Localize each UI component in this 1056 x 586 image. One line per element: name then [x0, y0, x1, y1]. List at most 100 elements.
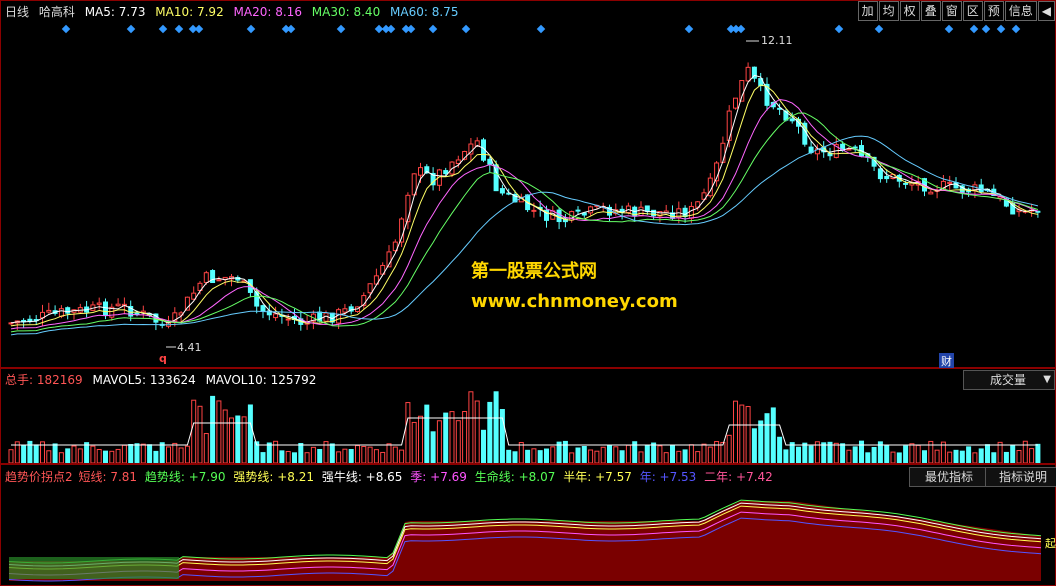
volume-bar	[210, 395, 216, 463]
volume-bar	[21, 444, 27, 463]
signal-diamond-icon	[461, 24, 471, 34]
volume-bar	[367, 446, 373, 463]
high-price-label: 12.11	[761, 34, 793, 47]
candle-body	[789, 118, 795, 122]
signal-diamond-icon	[406, 24, 416, 34]
volume-bar	[342, 448, 348, 463]
volume-bar	[695, 451, 701, 463]
volume-bar	[178, 447, 184, 463]
volume-bar	[109, 450, 115, 463]
signal-diamond-icon	[428, 24, 438, 34]
candle-body	[499, 188, 505, 194]
volume-bar	[865, 452, 871, 463]
low-price-label: 4.41	[177, 341, 202, 354]
signal-diamond-icon	[126, 24, 136, 34]
candle-body	[46, 309, 52, 313]
candle-body	[336, 309, 342, 324]
volume-bar	[859, 440, 864, 463]
candle-body	[65, 307, 71, 314]
volume-bar	[436, 420, 442, 463]
volume-bar	[871, 446, 877, 463]
volume-bar	[657, 445, 663, 463]
volume-bar	[947, 451, 953, 463]
volume-bar	[279, 450, 285, 463]
candlestick-chart[interactable]	[1, 1, 1055, 367]
finance-marker[interactable]: 财	[939, 353, 954, 369]
volume-bar	[739, 404, 745, 463]
volume-bar	[474, 400, 480, 463]
volume-panel[interactable]: 总手: 182169 MAVOL5: 133624 MAVOL10: 12579…	[0, 368, 1056, 464]
candle-body	[273, 313, 279, 319]
signal-diamond-icon	[61, 24, 71, 34]
volume-bar	[153, 450, 159, 463]
signal-diamond-icon	[834, 24, 844, 34]
volume-bar	[651, 442, 657, 463]
signal-diamond-icon	[684, 24, 694, 34]
candle-body	[575, 209, 581, 212]
volume-bar	[783, 449, 789, 463]
signal-diamond-icon	[736, 24, 746, 34]
signal-diamond-icon	[874, 24, 884, 34]
volume-bar	[600, 446, 606, 463]
volume-bar	[518, 442, 524, 463]
volume-bar	[481, 429, 486, 463]
candle-body	[203, 272, 209, 283]
volume-bar	[462, 410, 468, 463]
volume-bar	[544, 448, 549, 463]
volume-bar	[260, 452, 266, 463]
q-marker: q	[159, 352, 167, 365]
volume-bar	[46, 450, 52, 463]
volume-bar	[1035, 443, 1041, 463]
volume-bar	[915, 444, 921, 463]
volume-bar	[959, 450, 965, 463]
volume-bar	[896, 452, 902, 463]
volume-bar	[619, 450, 625, 463]
volume-bar	[184, 445, 190, 463]
volume-bar	[525, 449, 531, 463]
indicator-chart[interactable]	[1, 465, 1055, 585]
volume-bar	[550, 446, 556, 463]
signal-diamond-icon	[158, 24, 168, 34]
volume-chart[interactable]	[1, 369, 1055, 463]
volume-bar	[266, 442, 272, 463]
volume-bar	[588, 449, 594, 463]
indicator-panel[interactable]: 趋势价拐点2 短线: 7.81 趋势线: +7.90 强势线: +8.21 强牛…	[0, 464, 1056, 586]
volume-bar	[953, 449, 959, 463]
signal-diamond-icon	[246, 24, 256, 34]
volume-bar	[796, 446, 801, 463]
candle-body	[846, 148, 852, 151]
volume-bar	[846, 449, 852, 463]
volume-bar	[229, 417, 234, 463]
volume-bar	[468, 391, 474, 463]
signal-diamond-icon	[286, 24, 296, 34]
signal-diamond-icon	[194, 24, 204, 34]
volume-bar	[336, 451, 342, 463]
volume-bar	[663, 452, 669, 463]
volume-bar	[575, 447, 581, 463]
candle-body	[682, 207, 688, 217]
volume-bar	[537, 450, 543, 463]
price-panel[interactable]: 日线 哈高科 MA5: 7.73 MA10: 7.92 MA20: 8.16 M…	[0, 0, 1056, 369]
volume-bar	[443, 412, 449, 463]
volume-bar	[638, 451, 644, 463]
volume-bar	[247, 404, 253, 463]
candle-body	[644, 205, 650, 212]
volume-bar	[71, 445, 77, 463]
volume-bar	[972, 452, 978, 463]
volume-bar	[96, 448, 102, 463]
candle-body	[556, 209, 562, 223]
volume-bar	[701, 443, 707, 463]
volume-bar	[33, 444, 39, 463]
signal-diamond-icon	[386, 24, 396, 34]
ma-line	[10, 84, 1038, 327]
volume-bar	[1010, 444, 1016, 463]
candle-body	[928, 191, 934, 195]
volume-bar	[922, 450, 927, 463]
candle-body	[531, 209, 537, 212]
volume-bar	[581, 445, 587, 463]
volume-bar	[317, 448, 323, 463]
volume-bar	[985, 444, 990, 463]
candle-body	[285, 318, 291, 321]
volume-bar	[298, 443, 304, 463]
volume-bar	[1003, 451, 1009, 463]
